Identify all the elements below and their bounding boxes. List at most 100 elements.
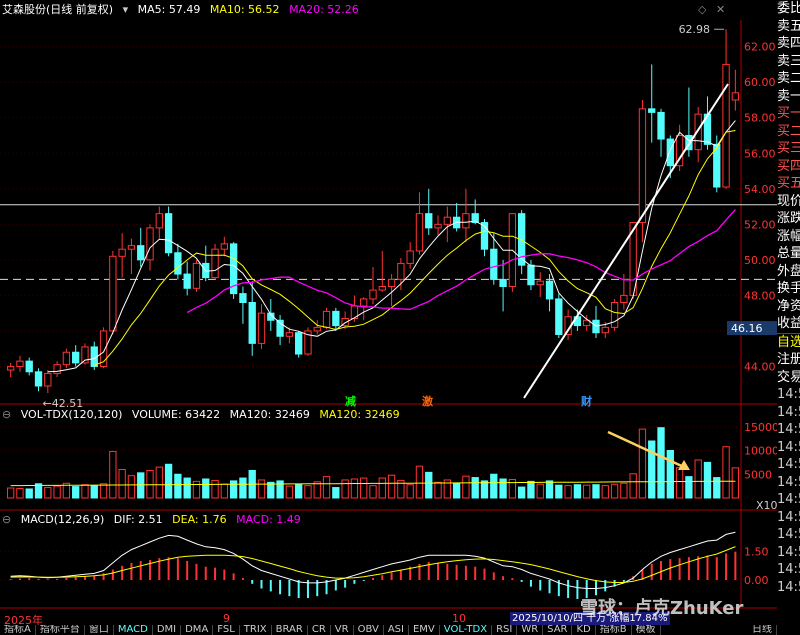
event-marker-financial[interactable]: 财	[581, 393, 592, 409]
volume-bar[interactable]	[685, 476, 693, 499]
volume-bar[interactable]	[276, 480, 284, 499]
candle-body[interactable]	[6, 365, 15, 371]
sidebar-item[interactable]: 买三	[777, 140, 800, 158]
indicator-tab[interactable]: MACD	[114, 625, 153, 635]
sidebar-item[interactable]: 收益	[777, 315, 800, 333]
candle-body[interactable]	[443, 216, 451, 225]
sidebar-item[interactable]: 现价	[777, 193, 800, 211]
candle-body[interactable]	[164, 213, 173, 254]
candle-body[interactable]	[16, 360, 24, 367]
volume-bar[interactable]	[471, 477, 479, 499]
candle-body[interactable]	[369, 289, 377, 300]
volume-bar[interactable]	[155, 466, 163, 499]
volume-bar[interactable]	[648, 440, 656, 499]
volume-bar[interactable]	[583, 484, 591, 499]
volume-bar[interactable]	[81, 484, 89, 499]
indicator-tab[interactable]: 模板	[632, 625, 661, 635]
sidebar-item[interactable]: 买五	[777, 175, 800, 193]
volume-bar[interactable]	[434, 481, 442, 499]
candle-body[interactable]	[155, 213, 163, 229]
candle-body[interactable]	[25, 360, 33, 373]
sidebar-item[interactable]: 卖三	[777, 53, 800, 71]
candle-body[interactable]	[601, 326, 609, 334]
candle-body[interactable]	[192, 262, 201, 289]
candle-body[interactable]	[62, 351, 71, 366]
candle-body[interactable]	[415, 213, 424, 252]
volume-bar[interactable]	[592, 484, 600, 499]
volume-bar[interactable]	[666, 450, 674, 499]
volume-bar[interactable]	[137, 472, 145, 499]
candle-body[interactable]	[638, 108, 647, 224]
sidebar-item[interactable]: 换手	[777, 280, 800, 298]
volume-bar[interactable]	[90, 485, 98, 499]
sidebar-item[interactable]: 外盘	[777, 263, 800, 281]
candle-body[interactable]	[722, 63, 730, 188]
volume-bar[interactable]	[25, 488, 33, 499]
event-marker-reduce[interactable]: 减	[345, 393, 356, 409]
event-marker-incentive[interactable]: 激	[422, 393, 433, 409]
sidebar-item[interactable]: 自选	[777, 332, 800, 352]
volume-bar[interactable]	[360, 477, 368, 499]
sidebar-item[interactable]: 卖二	[777, 70, 800, 88]
candle-body[interactable]	[555, 298, 563, 335]
sidebar-item[interactable]: 委比	[777, 0, 800, 18]
volume-bar[interactable]	[109, 450, 117, 499]
volume-bar[interactable]	[16, 488, 24, 499]
indicator-tab[interactable]: DMA	[181, 625, 214, 635]
sidebar-item[interactable]: 买二	[777, 123, 800, 141]
volume-bar[interactable]	[462, 475, 470, 499]
candle-body[interactable]	[666, 138, 674, 167]
volume-bar[interactable]	[387, 474, 396, 499]
candle-body[interactable]	[239, 293, 247, 304]
volume-bar[interactable]	[480, 480, 489, 499]
candle-body[interactable]	[378, 286, 386, 291]
volume-bar[interactable]	[257, 479, 266, 499]
volume-bar[interactable]	[53, 485, 61, 499]
indicator-tab[interactable]: WR	[517, 625, 544, 635]
volume-bar[interactable]	[620, 482, 628, 499]
candle-body[interactable]	[183, 273, 191, 289]
candle-body[interactable]	[462, 213, 470, 229]
candle-body[interactable]	[322, 310, 331, 328]
candle-body[interactable]	[285, 332, 294, 337]
sidebar-item[interactable]: 卖四	[777, 35, 800, 53]
indicator-tab[interactable]: 指标B	[596, 625, 632, 635]
volume-bar[interactable]	[425, 471, 433, 499]
candle-body[interactable]	[257, 312, 266, 344]
volume-bar[interactable]	[220, 483, 229, 499]
candle-body[interactable]	[657, 111, 665, 140]
sidebar-item[interactable]: 交易	[777, 369, 800, 387]
volume-bar[interactable]	[675, 467, 684, 499]
volume-bar[interactable]	[295, 483, 303, 499]
candle-body[interactable]	[425, 213, 433, 229]
volume-bar[interactable]	[601, 485, 609, 499]
candle-body[interactable]	[53, 364, 61, 375]
volume-bar[interactable]	[99, 483, 108, 499]
indicator-tab[interactable]: KD	[572, 625, 596, 635]
volume-bar[interactable]	[527, 480, 535, 499]
candle-body[interactable]	[620, 294, 628, 304]
volume-bar[interactable]	[350, 478, 359, 499]
volume-bar[interactable]	[657, 427, 665, 499]
volume-bar[interactable]	[369, 485, 377, 499]
volume-bar[interactable]	[229, 480, 238, 499]
candle-body[interactable]	[313, 326, 321, 332]
indicator-tab[interactable]: 窗口	[85, 625, 114, 635]
sidebar-item[interactable]: 卖一	[777, 88, 800, 106]
candle-body[interactable]	[332, 310, 340, 327]
volume-bar[interactable]	[174, 473, 182, 499]
candle-body[interactable]	[44, 373, 52, 387]
volume-bar[interactable]	[304, 485, 312, 499]
candle-body[interactable]	[220, 243, 229, 250]
candle-body[interactable]	[527, 264, 535, 286]
volume-bar[interactable]	[72, 486, 80, 499]
candle-body[interactable]	[731, 92, 740, 101]
volume-bar[interactable]	[378, 477, 386, 499]
volume-bar[interactable]	[211, 479, 219, 499]
candle-body[interactable]	[248, 302, 256, 344]
volume-bar[interactable]	[722, 446, 730, 499]
indicator-tab[interactable]: BRAR	[272, 625, 308, 635]
candle-body[interactable]	[648, 108, 656, 113]
sidebar-item[interactable]: 涨跌	[777, 210, 800, 228]
volume-bar[interactable]	[341, 479, 349, 499]
